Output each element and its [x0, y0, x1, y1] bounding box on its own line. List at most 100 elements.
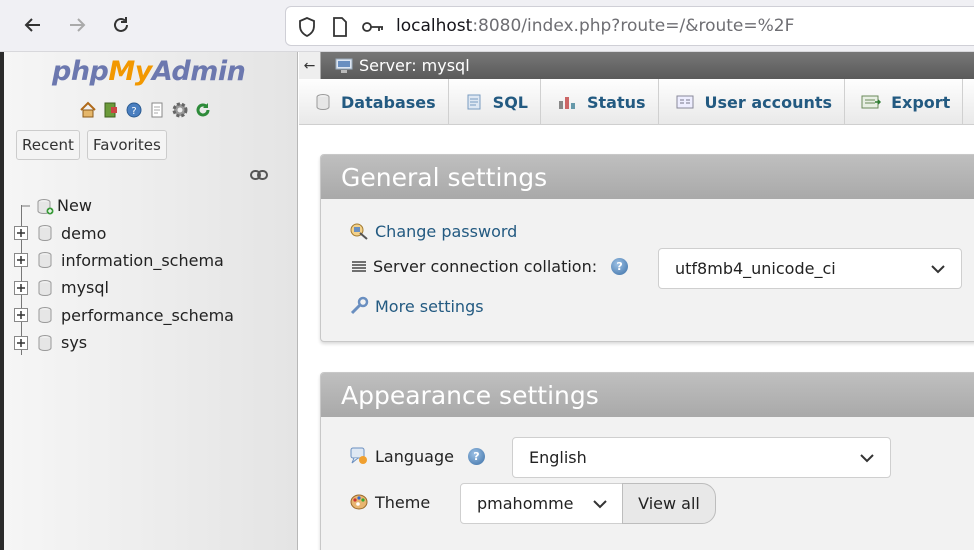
- tree-branch: [12, 197, 30, 215]
- language-select[interactable]: English: [512, 437, 891, 478]
- change-password-icon: [350, 223, 368, 240]
- url-path: :8080/index.php?route=/&route=%2F: [472, 16, 795, 36]
- logo-php: php: [52, 56, 109, 87]
- recent-button[interactable]: Recent: [16, 130, 80, 160]
- tab-label: Databases: [341, 92, 436, 112]
- expand-icon[interactable]: [12, 224, 30, 242]
- theme-label: Theme: [375, 492, 431, 512]
- reload-navigation-icon[interactable]: [193, 100, 213, 120]
- top-menu-tabs: Databases SQL Status User accounts Expor…: [299, 79, 974, 125]
- tab-label: Export: [891, 92, 951, 112]
- tree-item-label[interactable]: performance_schema: [61, 306, 234, 325]
- export-icon: [861, 95, 882, 109]
- tree-item-label[interactable]: New: [57, 196, 92, 215]
- url-host: localhost: [396, 16, 473, 36]
- settings-icon[interactable]: [170, 100, 190, 120]
- tree-item-sys[interactable]: sys: [12, 329, 234, 356]
- tab-status[interactable]: Status: [541, 79, 659, 125]
- change-password-row: Change password: [349, 221, 517, 241]
- navigation-panel: phpMyAdmin ? Recent Favorites New demo i…: [0, 52, 298, 550]
- new-database-icon: [35, 196, 55, 216]
- tree-item-new[interactable]: New: [12, 192, 234, 219]
- language-value: English: [529, 448, 587, 467]
- exit-icon[interactable]: [101, 100, 121, 120]
- database-icon: [35, 305, 55, 325]
- reload-icon: [114, 17, 128, 32]
- tab-export[interactable]: Export: [845, 79, 964, 125]
- wrench-icon: [350, 296, 369, 315]
- language-label: Language: [375, 446, 454, 466]
- tab-user-accounts[interactable]: User accounts: [659, 79, 846, 125]
- help-icon[interactable]: ?: [124, 100, 144, 120]
- users-icon: [676, 95, 694, 109]
- back-button[interactable]: [18, 10, 48, 40]
- collation-label: Server connection collation:: [373, 257, 598, 276]
- collation-value: utf8mb4_unicode_ci: [675, 259, 836, 278]
- tree-item-label[interactable]: mysql: [61, 278, 109, 297]
- phpmyadmin-logo[interactable]: phpMyAdmin: [52, 56, 246, 87]
- tree-item-information-schema[interactable]: information_schema: [12, 247, 234, 274]
- more-settings-link[interactable]: More settings: [375, 297, 484, 316]
- change-password-link[interactable]: Change password: [375, 222, 517, 241]
- tree-item-label[interactable]: demo: [61, 224, 106, 243]
- help-icon[interactable]: ?: [611, 258, 629, 275]
- server-breadcrumb[interactable]: Server: mysql: [335, 56, 470, 75]
- tab-label: Status: [587, 92, 646, 112]
- theme-select[interactable]: pmahomme: [460, 483, 624, 524]
- collation-row: Server connection collation: ?: [351, 257, 629, 276]
- database-icon: [35, 333, 55, 353]
- list-icon: [352, 260, 366, 272]
- page-icon: [333, 17, 347, 37]
- collapse-sidebar-button[interactable]: ←: [299, 52, 321, 79]
- database-icon: [316, 94, 330, 111]
- back-arrow-icon: [24, 18, 40, 32]
- svg-text:?: ?: [131, 106, 136, 117]
- server-breadcrumb-bar: ← Server: mysql: [299, 52, 974, 79]
- help-icon[interactable]: ?: [467, 447, 485, 465]
- forward-button[interactable]: [62, 10, 92, 40]
- tree-item-mysql[interactable]: mysql: [12, 274, 234, 301]
- forward-arrow-icon: [70, 18, 86, 32]
- server-label[interactable]: Server: mysql: [359, 56, 470, 75]
- tab-label: SQL: [492, 92, 528, 112]
- chevron-down-icon: [593, 499, 607, 508]
- database-icon: [35, 223, 55, 243]
- docs-icon[interactable]: [147, 100, 167, 120]
- general-settings-title: General settings: [321, 155, 974, 199]
- tree-item-label[interactable]: sys: [61, 333, 87, 352]
- expand-icon[interactable]: [12, 334, 30, 352]
- tree-item-demo[interactable]: demo: [12, 219, 234, 246]
- expand-icon[interactable]: [12, 279, 30, 297]
- url-text: localhost:8080/index.php?route=/&route=%…: [396, 16, 794, 36]
- favorites-button[interactable]: Favorites: [87, 130, 167, 160]
- database-tree: New demo information_schema mysql perfor…: [12, 192, 234, 356]
- tab-sql[interactable]: SQL: [449, 79, 541, 125]
- tree-item-label[interactable]: information_schema: [61, 251, 224, 270]
- logo-my: My: [108, 56, 152, 87]
- browser-toolbar: localhost:8080/index.php?route=/&route=%…: [0, 0, 974, 52]
- language-row: Language ?: [349, 446, 485, 466]
- expand-icon[interactable]: [12, 251, 30, 269]
- logo-admin: Admin: [151, 56, 246, 87]
- database-icon: [35, 250, 55, 270]
- reload-button[interactable]: [106, 10, 136, 40]
- chevron-down-icon: [860, 453, 874, 462]
- window-edge: [0, 52, 4, 550]
- key-icon: [362, 22, 383, 32]
- database-icon: [35, 278, 55, 298]
- theme-row: Theme: [349, 492, 430, 512]
- tab-label: User accounts: [704, 92, 833, 112]
- collation-select[interactable]: utf8mb4_unicode_ci: [658, 248, 962, 289]
- appearance-settings-title: Appearance settings: [321, 373, 974, 417]
- sql-icon: [467, 94, 481, 110]
- url-bar[interactable]: localhost:8080/index.php?route=/&route=%…: [285, 6, 974, 46]
- main-content: ← Server: mysql Databases SQL Status Use…: [299, 52, 974, 550]
- status-icon: [559, 97, 575, 109]
- language-icon: [350, 447, 367, 464]
- tree-item-performance-schema[interactable]: performance_schema: [12, 302, 234, 329]
- link-icon[interactable]: [250, 170, 268, 180]
- home-icon[interactable]: [78, 100, 98, 120]
- view-all-themes-button[interactable]: View all: [622, 483, 716, 524]
- tab-databases[interactable]: Databases: [299, 79, 449, 125]
- expand-icon[interactable]: [12, 306, 30, 324]
